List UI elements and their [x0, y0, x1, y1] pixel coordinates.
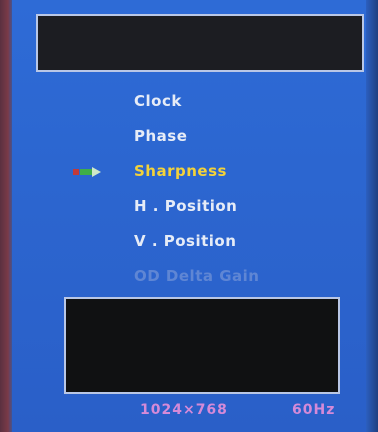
menu-item-sharpness[interactable]: Sharpness: [134, 162, 227, 180]
resolution-readout: 1024×768: [140, 402, 228, 418]
bottom-preview-panel: [64, 297, 340, 394]
top-info-panel: [36, 14, 364, 72]
monitor-frame: Clock Phase Sharpness H . Position V . P…: [0, 0, 378, 432]
menu-item-h-position[interactable]: H . Position: [134, 197, 237, 215]
menu-item-v-position[interactable]: V . Position: [134, 232, 236, 250]
menu-item-clock[interactable]: Clock: [134, 92, 182, 110]
menu-item-od-delta-gain: OD Delta Gain: [134, 267, 260, 285]
menu-item-phase[interactable]: Phase: [134, 127, 187, 145]
refresh-rate-readout: 60Hz: [292, 402, 336, 418]
arrow-pointer-icon: [73, 167, 101, 177]
bezel-edge: [366, 0, 378, 432]
